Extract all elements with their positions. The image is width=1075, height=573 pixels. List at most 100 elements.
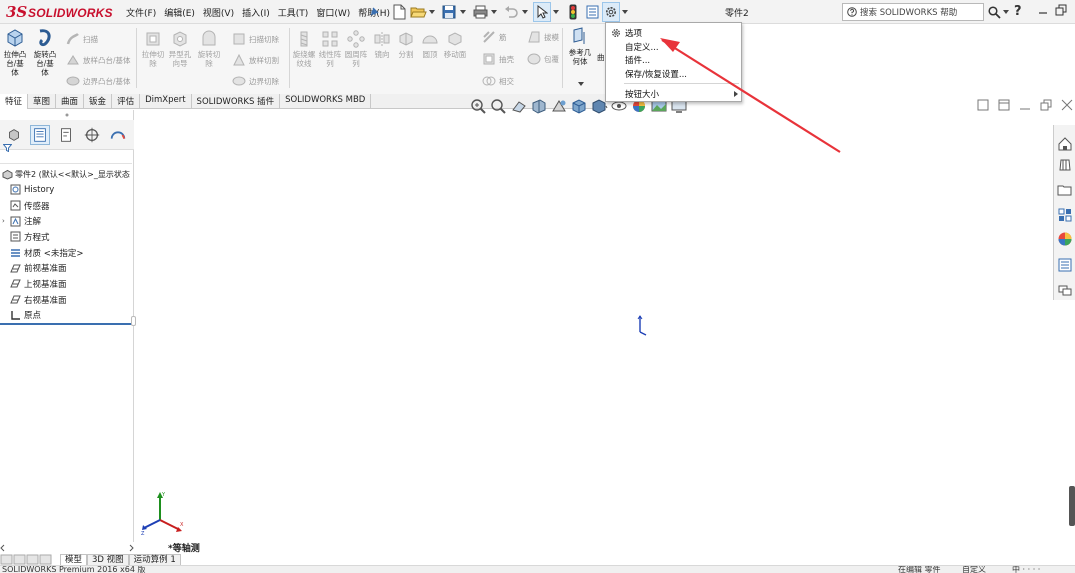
viewport-split-icon[interactable] [997, 98, 1011, 112]
solidworks-logo[interactable]: 3S SOLIDWORKS [6, 2, 118, 22]
view-orientation-icon[interactable] [570, 98, 588, 114]
reference-geometry-button[interactable]: 参考几 何体 [566, 26, 594, 66]
tab-evaluate[interactable]: 评估 [112, 94, 141, 109]
print-dropdown[interactable] [490, 2, 498, 22]
mirror-button[interactable]: 镜向 [369, 30, 395, 59]
side-handle[interactable] [1069, 486, 1075, 526]
status-units[interactable]: 自定义 [962, 566, 986, 573]
help-button[interactable]: ? [1014, 4, 1022, 19]
sweep-button[interactable]: 扫描 [66, 32, 98, 46]
viewport-close-icon[interactable] [1060, 98, 1074, 112]
undo-button[interactable] [502, 2, 520, 22]
tab-dimxpert[interactable]: DimXpert [140, 94, 192, 109]
panel-resize-handle[interactable] [131, 316, 136, 326]
tree-node-front-plane[interactable]: 前视基准面 [2, 260, 134, 276]
feature-tree-filter[interactable] [0, 140, 132, 164]
dome-button[interactable]: 圆顶 [417, 30, 443, 59]
tab-mbd[interactable]: SOLIDWORKS MBD [280, 94, 372, 109]
circular-pattern-button[interactable]: 圆周阵 列 [343, 30, 369, 68]
panel-collapse-icon[interactable] [63, 112, 71, 118]
tab-features[interactable]: 特征 [0, 94, 29, 109]
tree-node-equations[interactable]: 方程式 [2, 229, 134, 245]
boundary-cut-button[interactable]: 边界切除 [232, 74, 279, 88]
menu-view[interactable]: 视图(V) [203, 6, 234, 19]
menu-tools[interactable]: 工具(T) [278, 6, 309, 19]
options-dropdown[interactable] [621, 2, 629, 22]
rebuild-button[interactable] [564, 2, 582, 22]
thread-button[interactable]: 旋绕螺 纹线 [291, 30, 317, 68]
viewport-minimize-icon[interactable] [1018, 98, 1032, 112]
view-palette-icon[interactable] [1057, 207, 1073, 223]
swept-cut-button[interactable]: 扫描切除 [232, 32, 279, 46]
tree-node-annotations[interactable]: › 注解 [2, 213, 134, 229]
open-button[interactable] [409, 2, 427, 22]
print-button[interactable] [471, 2, 489, 22]
viewport-restore-icon[interactable] [1039, 98, 1053, 112]
select-button[interactable] [533, 2, 551, 22]
search-input[interactable]: 搜索 SOLIDWORKS 帮助 [842, 3, 984, 21]
tab-model[interactable]: 模型 [60, 554, 88, 565]
chevron-down-icon[interactable] [578, 82, 584, 86]
tab-3d-views[interactable]: 3D 视图 [87, 554, 129, 565]
search-button[interactable] [988, 4, 1010, 20]
extrude-cut-button[interactable]: 拉伸切 除 [140, 30, 166, 68]
zoom-to-area-icon[interactable] [490, 98, 508, 114]
loft-button[interactable]: 放样凸台/基体 [66, 53, 131, 67]
menu-edit[interactable]: 编辑(E) [164, 6, 195, 19]
restore-window-icon[interactable] [1055, 4, 1067, 16]
tab-navigation-icon[interactable] [0, 554, 54, 565]
menu-file[interactable]: 文件(F) [126, 6, 156, 19]
boundary-boss-button[interactable]: 边界凸台/基体 [66, 74, 131, 88]
tab-motion-study[interactable]: 运动算例 1 [128, 554, 181, 565]
tree-rollback-bar[interactable] [0, 323, 134, 325]
menu-insert[interactable]: 插入(I) [242, 6, 270, 19]
tree-node-top-plane[interactable]: 上视基准面 [2, 276, 134, 292]
tree-node-origin[interactable]: 原点 [2, 308, 134, 324]
home-icon[interactable] [1057, 136, 1073, 152]
expand-arrow-icon[interactable]: › [2, 217, 10, 225]
save-button[interactable] [440, 2, 458, 22]
file-properties-button[interactable] [583, 2, 601, 22]
tab-sheet-metal[interactable]: 钣金 [84, 94, 113, 109]
tree-node-sensors[interactable]: 传感器 [2, 198, 134, 214]
minimize-icon[interactable] [1038, 4, 1048, 16]
file-explorer-icon[interactable] [1057, 182, 1073, 198]
undo-dropdown[interactable] [521, 2, 529, 22]
curves-label[interactable]: 曲 [597, 52, 605, 63]
wrap-button[interactable]: 包覆 [527, 52, 559, 66]
tab-surfaces[interactable]: 曲面 [56, 94, 85, 109]
appearances-icon[interactable] [1057, 231, 1073, 247]
section-view-icon[interactable] [530, 98, 548, 114]
extrude-boss-button[interactable]: 拉伸凸 台/基 体 [0, 26, 30, 77]
revolve-boss-button[interactable]: 旋转凸 台/基 体 [30, 26, 60, 77]
status-ime[interactable]: 中 · · · · [1012, 566, 1040, 573]
zoom-to-fit-icon[interactable] [470, 98, 488, 114]
menu-window[interactable]: 窗口(W) [316, 6, 350, 19]
open-dropdown[interactable] [428, 2, 436, 22]
intersect-button[interactable]: 相交 [482, 74, 514, 88]
dynamic-annotation-icon[interactable] [550, 98, 568, 114]
custom-properties-icon[interactable] [1057, 257, 1073, 273]
previous-view-icon[interactable] [510, 98, 528, 114]
options-button[interactable] [602, 2, 620, 22]
new-document-button[interactable] [390, 2, 408, 22]
draft-button[interactable]: 拔模 [527, 30, 559, 44]
tree-node-right-plane[interactable]: 右视基准面 [2, 292, 134, 308]
split-button[interactable]: 分割 [393, 30, 419, 59]
horizontal-scrollbar[interactable] [0, 543, 134, 553]
shell-button[interactable]: 抽壳 [482, 52, 514, 66]
lofted-cut-button[interactable]: 放样切割 [232, 53, 279, 67]
save-dropdown[interactable] [459, 2, 467, 22]
select-dropdown[interactable] [552, 2, 560, 22]
viewport-single-icon[interactable] [976, 98, 990, 112]
tree-node-history[interactable]: History [2, 182, 134, 198]
linear-pattern-button[interactable]: 线性阵 列 [317, 30, 343, 68]
design-library-icon[interactable] [1057, 157, 1073, 173]
tree-node-material[interactable]: 材质 <未指定> [2, 245, 134, 261]
forum-icon[interactable] [1057, 282, 1073, 298]
pin-menu-icon[interactable] [368, 6, 380, 18]
rib-button[interactable]: 筋 [482, 30, 507, 44]
move-face-button[interactable]: 移动面 [442, 30, 468, 59]
tab-addins[interactable]: SOLIDWORKS 插件 [192, 94, 281, 109]
hole-wizard-button[interactable]: 异型孔 向导 [167, 30, 193, 68]
